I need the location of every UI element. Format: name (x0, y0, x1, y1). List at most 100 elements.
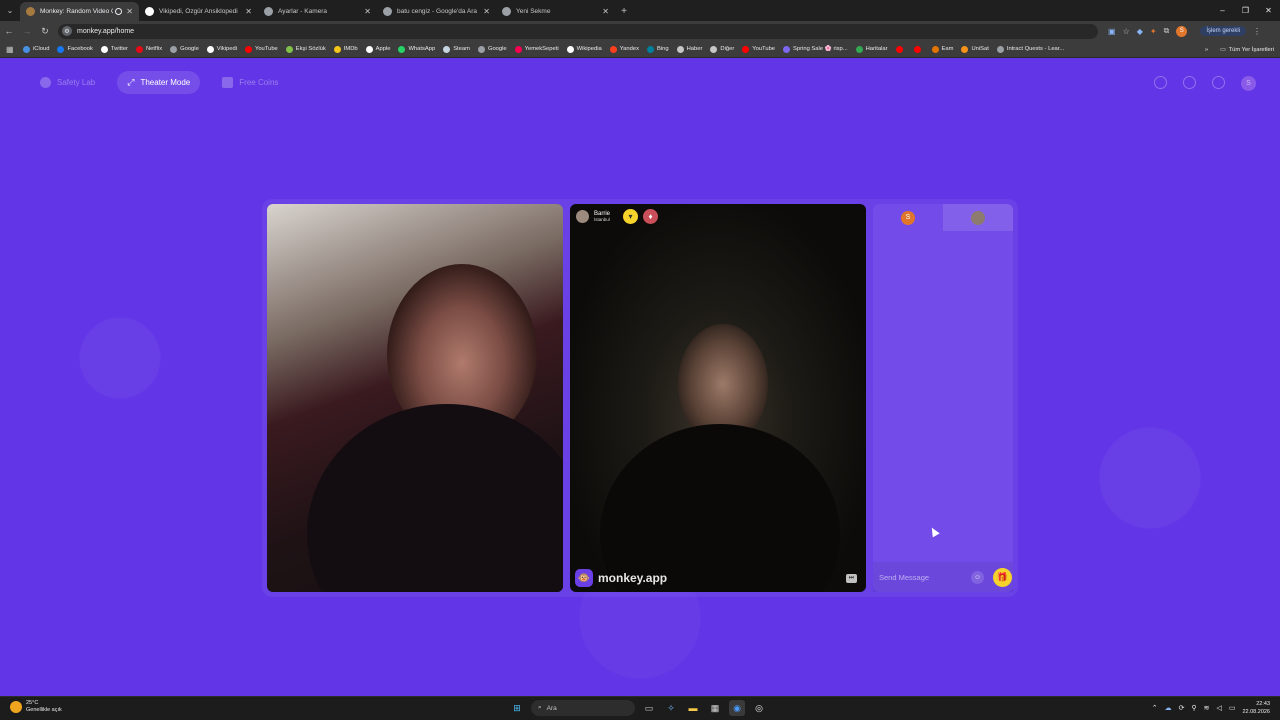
bookmark-item[interactable]: IMDb (333, 45, 358, 53)
new-tab-button[interactable]: + (615, 2, 633, 21)
bookmark-item[interactable]: WhatsApp (398, 45, 435, 53)
bookmark-label: Ekşi Sözlük (295, 46, 326, 52)
nav-theater-mode[interactable]: ⤢ Theater Mode (117, 71, 201, 94)
nav-safety-lab[interactable]: Safety Lab (30, 71, 105, 94)
close-window-icon[interactable]: ✕ (1257, 0, 1280, 21)
bookmark-item[interactable]: Google (170, 45, 199, 53)
maximize-icon[interactable]: ❐ (1234, 0, 1257, 21)
profile-avatar[interactable]: S (1176, 25, 1188, 37)
tab-close-icon[interactable]: ✕ (483, 7, 490, 16)
chat-tab-self[interactable]: S (873, 204, 943, 231)
add-friend-badge-icon[interactable]: ▾ (623, 209, 639, 224)
browser-tab[interactable]: Monkey: Random Video Chat ✕ (20, 2, 139, 21)
chrome-icon[interactable]: ◉ (729, 700, 745, 716)
browser-tab[interactable]: Ayarlar - Kamera ✕ (258, 2, 377, 21)
profile-status-pill[interactable]: İşlem gerekli (1200, 26, 1246, 36)
extension-icon[interactable]: ◆ (1137, 27, 1143, 36)
bookmark-item[interactable]: Haritalar (855, 45, 888, 53)
gift-icon[interactable]: 🎁 (993, 567, 1012, 587)
apps-icon[interactable]: ▦ (6, 45, 15, 54)
browser-tab[interactable]: Vikipedi, Özgür Ansiklopedi ✕ (139, 2, 258, 21)
browser-menu-icon[interactable]: ⋮ (1253, 27, 1261, 36)
wifi-icon[interactable]: ≋ (1204, 704, 1210, 712)
bookmark-item[interactable]: UniSat (961, 45, 989, 53)
bookmark-item[interactable]: Netflix (135, 45, 162, 53)
bookmark-item[interactable]: YouTube (742, 45, 775, 53)
reload-icon[interactable]: ↻ (36, 26, 54, 37)
globe-icon[interactable] (1154, 76, 1167, 89)
chat-tab-remote[interactable] (943, 204, 1013, 231)
bookmark-item[interactable]: Twitter (100, 45, 128, 53)
store-icon[interactable]: ▦ (707, 700, 723, 716)
mic-icon[interactable]: ⚲ (1191, 704, 1196, 712)
battery-icon[interactable]: ▭ (1229, 704, 1236, 712)
self-video (267, 204, 563, 592)
browser-tab[interactable]: batu cengiz - Google'da Ara ✕ (377, 2, 496, 21)
tab-close-icon[interactable]: ✕ (245, 7, 252, 16)
taskbar-search[interactable]: ⌕ Ara (531, 700, 635, 716)
bookmark-label: UniSat (971, 46, 989, 52)
tab-close-icon[interactable]: ✕ (126, 7, 133, 16)
recording-app-icon[interactable]: ◎ (751, 700, 767, 716)
chat-bubble-icon[interactable] (1212, 76, 1225, 89)
bookmark-item[interactable]: Eam (931, 45, 953, 53)
tab-close-icon[interactable]: ✕ (364, 7, 371, 16)
user-avatar[interactable]: S (1241, 76, 1256, 91)
self-person-body (307, 404, 563, 592)
bookmark-item[interactable]: Diğer (710, 45, 734, 53)
bookmark-item[interactable]: iCloud (23, 45, 49, 53)
bookmark-item[interactable]: Ekşi Sözlük (285, 45, 326, 53)
copilot-icon[interactable]: ✧ (663, 700, 679, 716)
bookmark-item[interactable]: Google (477, 45, 507, 53)
bookmark-item[interactable]: Wikipedia (566, 45, 602, 53)
address-bar[interactable]: ⚙ monkey.app/home (58, 23, 1098, 39)
bookmark-item[interactable]: Vikipedi (206, 45, 237, 53)
cast-icon[interactable]: ▣ (1108, 27, 1116, 36)
send-message-input[interactable] (879, 572, 965, 582)
file-explorer-icon[interactable]: ▬ (685, 700, 701, 716)
weather-widget[interactable]: 25°C Genellikle açık (10, 700, 62, 714)
forward-icon[interactable]: → (18, 26, 36, 36)
browser-tab[interactable]: Yeni Sekme ✕ (496, 2, 615, 21)
bookmark-item[interactable]: Bing (646, 45, 669, 53)
bookmark-item[interactable]: Haber (676, 45, 702, 53)
tray-overflow-icon[interactable]: ⌃ (1152, 704, 1158, 712)
clock[interactable]: 22:43 22.08.2026 (1242, 700, 1270, 716)
bookmark-item[interactable]: Apple (365, 45, 390, 53)
extensions-icon[interactable]: ⧉ (1164, 26, 1170, 36)
bookmark-item[interactable] (913, 45, 924, 53)
tab-close-icon[interactable]: ✕ (602, 7, 609, 16)
volume-icon[interactable]: ◁ (1216, 704, 1221, 712)
nav-free-coins[interactable]: Free Coins (212, 71, 288, 94)
bookmark-item[interactable] (895, 45, 906, 53)
task-view-icon[interactable]: ▭ (641, 700, 657, 716)
bookmark-item[interactable]: Spring Sale 🌸 risp... (783, 45, 848, 53)
bookmark-item[interactable]: Intract Quests - Lear... (996, 45, 1064, 53)
weather-desc: Genellikle açık (26, 707, 62, 713)
back-icon[interactable]: ← (0, 26, 18, 36)
bookmark-star-icon[interactable]: ☆ (1123, 27, 1130, 36)
bookmark-item[interactable]: Steam (443, 45, 470, 53)
bookmarks-overflow-icon[interactable]: » (1205, 47, 1208, 53)
tab-search-icon[interactable]: ⌄ (0, 0, 20, 21)
emoji-icon[interactable]: ☺ (971, 570, 984, 584)
all-bookmarks-link[interactable]: Tüm Yer İşaretleri (1229, 47, 1274, 53)
time: 22:43 (1256, 701, 1270, 707)
report-badge-icon[interactable]: ♦ (643, 209, 659, 224)
cloud-icon[interactable]: ☁ (1165, 704, 1172, 712)
bookmark-item[interactable]: Yandex (609, 45, 639, 53)
sync-icon[interactable]: ⟳ (1179, 704, 1185, 712)
bookmark-item[interactable]: YouTube (245, 45, 278, 53)
windows-start-icon[interactable]: ⊞ (509, 700, 525, 716)
extension-puzzle-icon[interactable]: ✦ (1150, 27, 1157, 36)
history-icon[interactable] (1183, 76, 1196, 89)
bookmark-item[interactable]: Facebook (57, 45, 93, 53)
bookmark-item[interactable]: YemekSepeti (514, 45, 559, 53)
tab-title: batu cengiz - Google'da Ara (397, 8, 478, 15)
skip-icon[interactable]: ⏭ (846, 574, 857, 583)
minimize-icon[interactable]: – (1211, 0, 1234, 21)
site-info-icon[interactable]: ⚙ (62, 26, 72, 36)
remote-avatar[interactable] (576, 210, 589, 223)
bookmark-label: Twitter (110, 46, 128, 52)
taskbar-search-label: Ara (546, 704, 557, 712)
